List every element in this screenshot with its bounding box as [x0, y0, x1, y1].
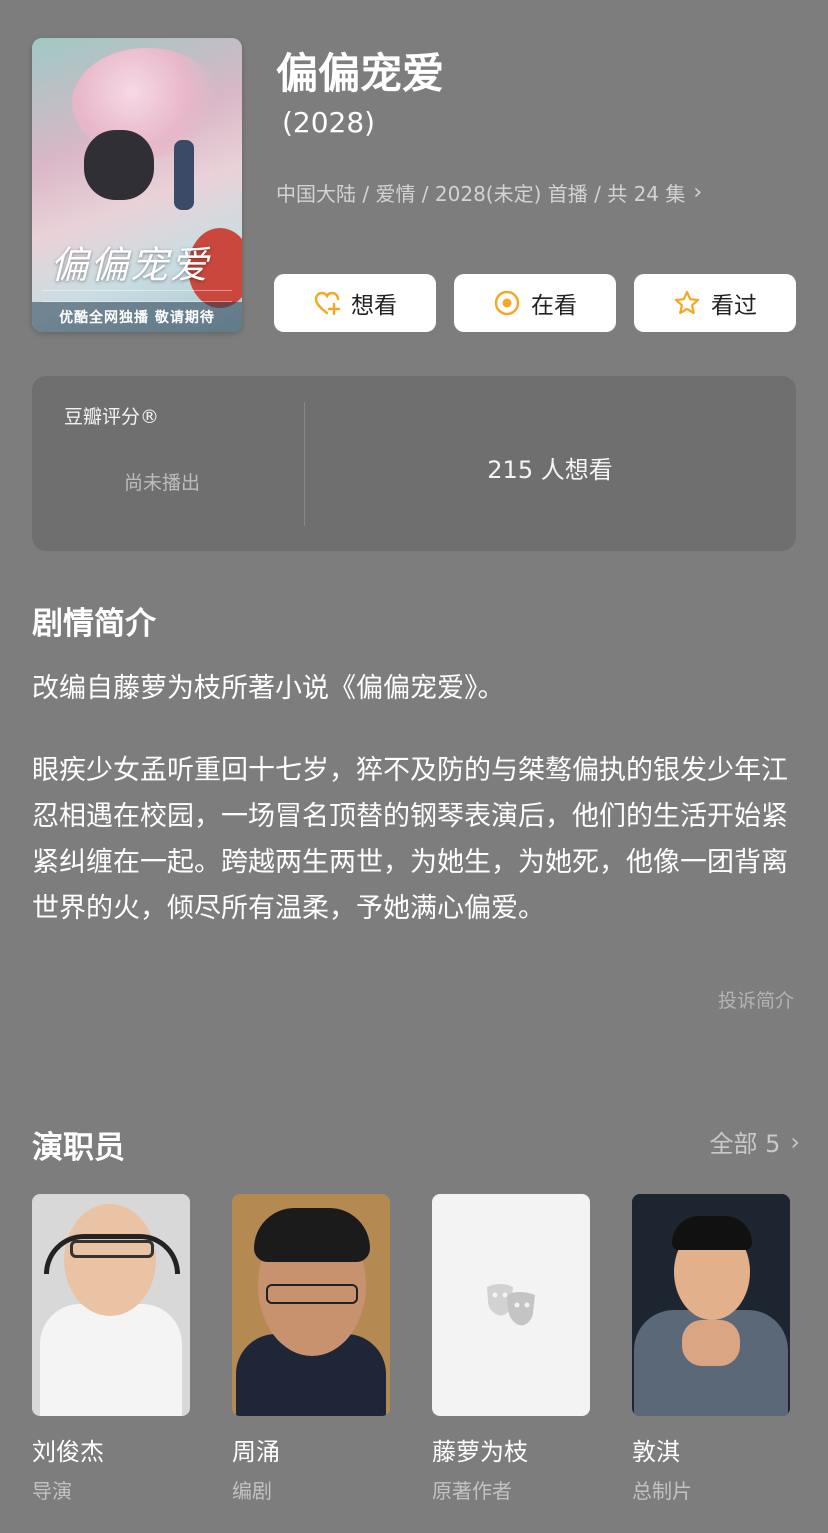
- cast-name: 藤萝为枝: [432, 1438, 528, 1466]
- cast-member-card[interactable]: 周涌 编剧: [232, 1194, 390, 1504]
- cast-photo: [632, 1194, 790, 1416]
- cast-role: 原著作者: [432, 1479, 512, 1503]
- heart-plus-icon: [314, 291, 341, 316]
- poster-motorcycle-art: [84, 130, 154, 200]
- cast-member-card[interactable]: 藤萝为枝 原著作者: [432, 1194, 590, 1504]
- drama-meta-text: 中国大陆 / 爱情 / 2028(未定) 首播 / 共 24 集: [276, 182, 686, 206]
- rating-status: 尚未播出: [124, 472, 201, 494]
- report-synopsis-link[interactable]: 投诉简介: [718, 986, 794, 1013]
- cast-name: 周涌: [232, 1438, 280, 1466]
- watched-label: 看过: [711, 293, 757, 319]
- wish-count: 215 人想看: [487, 456, 613, 484]
- cast-role: 总制片: [632, 1479, 692, 1503]
- chevron-right-icon: ›: [790, 1127, 800, 1156]
- cast-photo-placeholder: [432, 1194, 590, 1416]
- synopsis-title: 剧情简介: [32, 606, 156, 642]
- drama-year: (2028): [282, 106, 376, 139]
- cast-name: 敦淇: [632, 1438, 680, 1466]
- cast-member-card[interactable]: 刘俊杰 导演: [32, 1194, 190, 1504]
- poster-figure-art: [174, 140, 194, 210]
- star-icon: [674, 290, 700, 315]
- chevron-right-icon: ›: [693, 180, 703, 205]
- cast-role: 编剧: [232, 1479, 272, 1503]
- cast-all-label: 全部 5: [709, 1130, 781, 1158]
- synopsis-paragraph-1: 改编自藤萝为枝所著小说《偏偏宠爱》。: [32, 673, 505, 704]
- cast-role: 导演: [32, 1479, 72, 1503]
- watching-label: 在看: [531, 293, 577, 319]
- poster-credits: [42, 290, 232, 302]
- target-circle-icon: [494, 290, 520, 316]
- rating-label: 豆瓣评分®: [64, 406, 160, 428]
- cast-all-link[interactable]: 全部 5 ›: [709, 1124, 800, 1159]
- cast-title: 演职员: [32, 1130, 125, 1166]
- rating-card[interactable]: 豆瓣评分® 尚未播出 215 人想看: [32, 376, 796, 551]
- cast-member-card[interactable]: 敦淇 总制片: [632, 1194, 790, 1504]
- cast-photo: [32, 1194, 190, 1416]
- want-to-watch-button[interactable]: 想看: [274, 274, 436, 332]
- poster-title-art: 偏偏宠爱: [50, 243, 211, 287]
- poster-banner: 优酷全网独播 敬请期待: [32, 302, 242, 332]
- drama-title: 偏偏宠爱: [276, 49, 445, 98]
- synopsis-paragraph-2: 眼疾少女孟听重回十七岁，猝不及防的与桀骜偏执的银发少年江忍相遇在校园，一场冒名顶…: [32, 755, 788, 924]
- watched-button[interactable]: 看过: [634, 274, 796, 332]
- cast-name: 刘俊杰: [32, 1438, 104, 1466]
- watching-button[interactable]: 在看: [454, 274, 616, 332]
- theater-masks-icon: [487, 1284, 535, 1326]
- want-to-watch-label: 想看: [351, 293, 397, 319]
- drama-meta[interactable]: 中国大陆 / 爱情 / 2028(未定) 首播 / 共 24 集 ›: [276, 178, 702, 207]
- cast-photo: [232, 1194, 390, 1416]
- poster-image[interactable]: 偏偏宠爱 优酷全网独播 敬请期待: [32, 38, 242, 332]
